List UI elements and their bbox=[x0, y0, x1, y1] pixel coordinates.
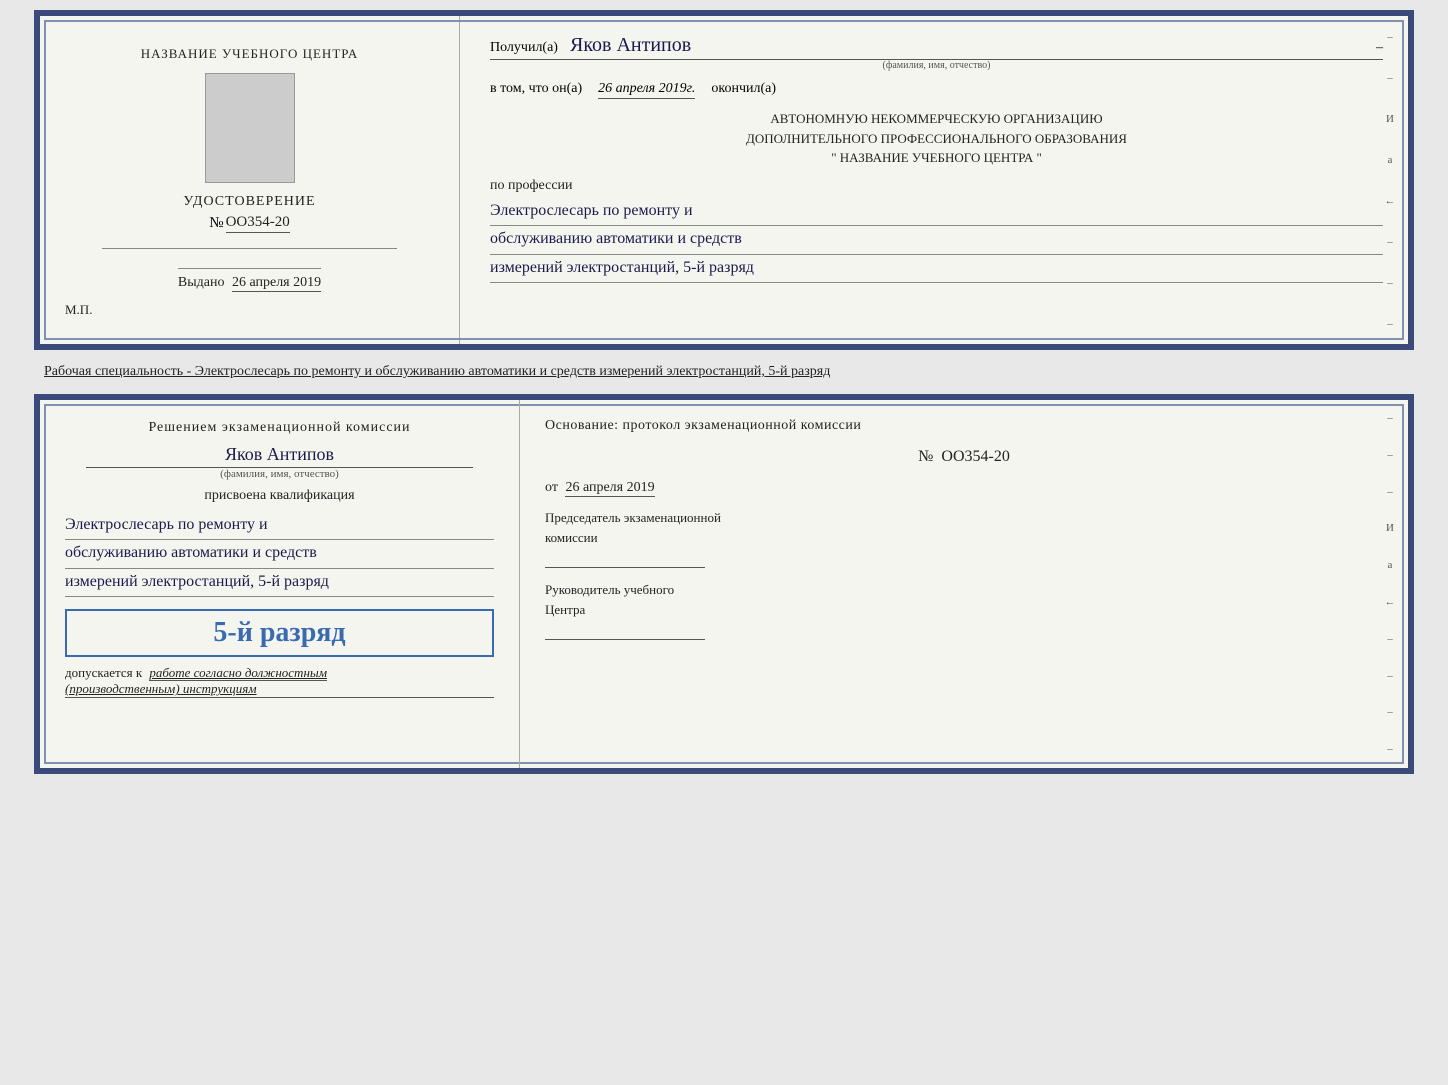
org-line1: АВТОНОМНУЮ НЕКОММЕРЧЕСКУЮ ОРГАНИЗАЦИЮ bbox=[490, 109, 1383, 129]
razryad-big-text: 5-й разряд bbox=[213, 617, 345, 648]
protocol-number-block: № OO354-20 bbox=[545, 448, 1383, 466]
side-deco-bottom: – – – И а ← – – – – bbox=[1380, 400, 1400, 768]
poluchil-block: Получил(а) Яков Антипов – (фамилия, имя,… bbox=[490, 34, 1383, 71]
razryad-box: 5-й разряд bbox=[65, 609, 494, 657]
predsedatel-block: Председатель экзаменационной комиссии bbox=[545, 510, 1383, 568]
ot-prefix: от bbox=[545, 480, 558, 495]
qual-line3: измерений электростанций, 5-й разряд bbox=[65, 569, 494, 598]
rukovoditel-title2: Центра bbox=[545, 602, 1383, 618]
dopuskaetsya-block: допускается к работе согласно должностны… bbox=[65, 665, 494, 698]
cert-top-left: НАЗВАНИЕ УЧЕБНОГО ЦЕНТРА УДОСТОВЕРЕНИЕ №… bbox=[40, 16, 460, 344]
qualification-block: Электрослесарь по ремонту и обслуживанию… bbox=[65, 512, 494, 598]
ot-line: от 26 апреля 2019 bbox=[545, 480, 1383, 496]
vtom-line: в том, что он(а) 26 апреля 2019г. окончи… bbox=[490, 81, 1383, 99]
photo-placeholder bbox=[205, 73, 295, 183]
rukovoditel-title: Руководитель учебного bbox=[545, 582, 1383, 598]
bottom-certificate: Решением экзаменационной комиссии Яков А… bbox=[34, 394, 1414, 774]
cert-bottom-left: Решением экзаменационной комиссии Яков А… bbox=[40, 400, 520, 768]
qual-line2: обслуживанию автоматики и средств bbox=[65, 540, 494, 569]
number-prefix: № bbox=[209, 215, 223, 232]
udostoverenie-title: УДОСТОВЕРЕНИЕ bbox=[183, 194, 315, 210]
okonchil-label: окончил(а) bbox=[711, 81, 776, 97]
udostoverenie-block: УДОСТОВЕРЕНИЕ № OO354-20 bbox=[183, 194, 315, 233]
dopuskaetsya-text2: (производственным) инструкциям bbox=[65, 681, 494, 698]
predsedatel-signature-line bbox=[545, 550, 705, 568]
org-line3: " НАЗВАНИЕ УЧЕБНОГО ЦЕНТРА " bbox=[490, 148, 1383, 168]
poluchil-line: Получил(а) Яков Антипов – bbox=[490, 34, 1383, 60]
specialty-label: Рабочая специальность - Электрослесарь п… bbox=[44, 364, 830, 379]
cert-top-number: OO354-20 bbox=[226, 214, 290, 233]
divider-line bbox=[102, 248, 397, 249]
rukovoditel-signature-line bbox=[545, 622, 705, 640]
cert-top-right: Получил(а) Яков Антипов – (фамилия, имя,… bbox=[460, 16, 1408, 344]
predsedatel-title: Председатель экзаменационной bbox=[545, 510, 1383, 526]
fio-bottom: Яков Антипов bbox=[86, 444, 472, 468]
poluchil-sublabel: (фамилия, имя, отчество) bbox=[490, 60, 1383, 71]
fio-sublabel-bottom: (фамилия, имя, отчество) bbox=[220, 468, 339, 480]
profession-line2: обслуживанию автоматики и средств bbox=[490, 226, 1383, 255]
po-professii-block: по профессии Электрослесарь по ремонту и… bbox=[490, 178, 1383, 284]
cert-number-line: № OO354-20 bbox=[183, 214, 315, 233]
protocol-number: OO354-20 bbox=[941, 448, 1009, 465]
vyidano-label: Выдано bbox=[178, 275, 225, 290]
profession-block: Электрослесарь по ремонту и обслуживанию… bbox=[490, 198, 1383, 284]
osnovanie-title: Основание: протокол экзаменационной коми… bbox=[545, 418, 1383, 434]
org-name-top: НАЗВАНИЕ УЧЕБНОГО ЦЕНТРА bbox=[141, 46, 358, 62]
qual-line1: Электрослесарь по ремонту и bbox=[65, 512, 494, 541]
vtom-prefix: в том, что он(а) bbox=[490, 81, 582, 97]
ot-date: 26 апреля 2019 bbox=[565, 480, 654, 497]
fio-block-bottom: Яков Антипов (фамилия, имя, отчество) bbox=[65, 444, 494, 480]
poluchil-label: Получил(а) bbox=[490, 40, 558, 56]
resheniem-text: Решением экзаменационной комиссии bbox=[65, 420, 494, 436]
poluchil-name: Яков Антипов bbox=[570, 34, 1360, 57]
mp-line: М.П. bbox=[65, 302, 434, 324]
protocol-num-prefix: № bbox=[918, 448, 933, 465]
profession-line1: Электрослесарь по ремонту и bbox=[490, 198, 1383, 227]
document-wrapper: НАЗВАНИЕ УЧЕБНОГО ЦЕНТРА УДОСТОВЕРЕНИЕ №… bbox=[34, 10, 1414, 774]
dopuskaetsya-prefix: допускается к bbox=[65, 665, 142, 680]
rukovoditel-block: Руководитель учебного Центра bbox=[545, 582, 1383, 640]
prisvoena-text: присвоена квалификация bbox=[65, 488, 494, 504]
predsedatel-title2: комиссии bbox=[545, 530, 1383, 546]
side-deco-top: – – И а ← – – – bbox=[1380, 16, 1400, 344]
vyidano-date: 26 апреля 2019 bbox=[232, 275, 321, 292]
cert-bottom-right: Основание: протокол экзаменационной коми… bbox=[520, 400, 1408, 768]
org-block: АВТОНОМНУЮ НЕКОММЕРЧЕСКУЮ ОРГАНИЗАЦИЮ ДО… bbox=[490, 109, 1383, 168]
po-professii-label: по профессии bbox=[490, 178, 1383, 194]
top-certificate: НАЗВАНИЕ УЧЕБНОГО ЦЕНТРА УДОСТОВЕРЕНИЕ №… bbox=[34, 10, 1414, 350]
vyidano-block: Выдано 26 апреля 2019 bbox=[178, 268, 321, 291]
dopuskaetsya-text: работе согласно должностным bbox=[149, 665, 327, 681]
specialty-text: Рабочая специальность - Электрослесарь п… bbox=[34, 356, 1414, 388]
vtom-date: 26 апреля 2019г. bbox=[598, 81, 695, 99]
profession-line3: измерений электростанций, 5-й разряд bbox=[490, 255, 1383, 284]
org-line2: ДОПОЛНИТЕЛЬНОГО ПРОФЕССИОНАЛЬНОГО ОБРАЗО… bbox=[490, 129, 1383, 149]
